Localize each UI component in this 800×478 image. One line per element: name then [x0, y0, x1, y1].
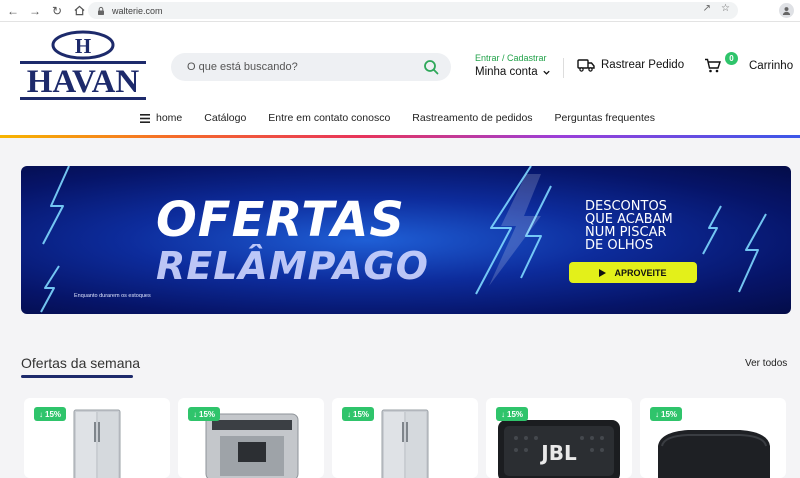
share-icon[interactable]: ↗	[703, 3, 711, 14]
site-header: H HAVAN Entrar / Cadastrar Minha conta R…	[0, 22, 800, 137]
shop-now-button[interactable]: APROVEITE	[569, 262, 697, 283]
discount-badge: ↓ 15%	[34, 407, 67, 421]
track-order-link[interactable]: Rastrear Pedido	[577, 58, 684, 72]
product-card[interactable]: ↓ 15%	[24, 398, 170, 478]
nav-item-faq[interactable]: Perguntas frequentes	[555, 112, 655, 124]
discount-value: 15%	[507, 409, 524, 419]
banner-title-line2: RELÂMPAGO	[156, 244, 429, 288]
nav-item-label: Entre em contato conosco	[268, 112, 391, 124]
discount-badge: ↓ 15%	[650, 407, 683, 421]
banner-desc-line: DE OLHOS	[585, 238, 654, 253]
discount-badge: ↓ 15%	[496, 407, 529, 421]
svg-text:JBL: JBL	[539, 441, 577, 465]
section-title-underline	[21, 375, 133, 378]
nav-item-contact[interactable]: Entre em contato conosco	[268, 112, 390, 124]
product-carousel: ↓ 15% ↓ 15% ↓ 15% ↓ 15% JBL ↓ 15%	[24, 398, 786, 478]
account-menu[interactable]: Entrar / Cadastrar Minha conta	[475, 53, 551, 78]
main-nav: home Catálogo Entre em contato conosco R…	[140, 112, 677, 124]
login-register-link[interactable]: Entrar / Cadastrar	[475, 53, 551, 63]
search-input[interactable]	[171, 61, 411, 73]
url-text: walterie.com	[112, 5, 163, 16]
track-order-label: Rastrear Pedido	[601, 59, 685, 71]
discount-value: 15%	[199, 409, 216, 419]
discount-badge: ↓ 15%	[188, 407, 221, 421]
arrow-down-icon: ↓	[39, 409, 43, 419]
nav-item-label: Catálogo	[204, 112, 247, 124]
cart-label: Carrinho	[749, 59, 794, 72]
banner-fine-print: Enquanto durarem os estoques	[74, 293, 151, 299]
banner-title-line1: OFERTAS	[156, 192, 405, 248]
discount-value: 15%	[353, 409, 370, 419]
cart-count-badge: 0	[725, 52, 738, 65]
product-card[interactable]: ↓ 15%	[178, 398, 324, 478]
header-divider	[563, 58, 564, 78]
nav-item-label: Perguntas frequentes	[554, 112, 655, 124]
header-gradient-bar	[0, 135, 800, 138]
bookmark-star-icon[interactable]: ☆	[721, 3, 730, 14]
chevron-down-icon[interactable]	[542, 68, 551, 77]
nav-item-label: Rastreamento de pedidos	[412, 112, 533, 124]
discount-badge: ↓ 15%	[342, 407, 375, 421]
banner-description: DESCONTOS QUE ACABAM NUM PISCAR DE OLHOS	[585, 200, 725, 252]
nav-item-catalog[interactable]: Catálogo	[204, 112, 246, 124]
flash-sale-banner[interactable]: OFERTAS RELÂMPAGO DESCONTOS QUE ACABAM N…	[21, 166, 791, 314]
svg-text:HAVAN: HAVAN	[27, 64, 140, 100]
play-icon	[599, 268, 607, 277]
back-icon[interactable]: ←	[4, 2, 22, 20]
discount-value: 15%	[661, 409, 678, 419]
address-bar[interactable]: walterie.com ↗ ☆	[88, 2, 738, 19]
section-title: Ofertas da semana	[21, 355, 141, 371]
search-bar	[171, 53, 451, 81]
nav-item-order-tracking[interactable]: Rastreamento de pedidos	[412, 112, 532, 124]
product-card[interactable]: ↓ 15% JBL	[486, 398, 632, 478]
forward-icon[interactable]: →	[26, 2, 44, 20]
see-all-link[interactable]: Ver todos	[745, 358, 787, 369]
cart-link[interactable]: 0 Carrinho	[704, 52, 794, 73]
product-card[interactable]: ↓ 15%	[640, 398, 786, 478]
profile-avatar-icon[interactable]	[779, 3, 794, 18]
discount-value: 15%	[45, 409, 62, 419]
lock-icon	[98, 6, 104, 15]
arrow-down-icon: ↓	[193, 409, 197, 419]
browser-toolbar: ← → ↻ walterie.com ↗ ☆	[0, 0, 800, 22]
my-account-label[interactable]: Minha conta	[475, 66, 538, 78]
arrow-down-icon: ↓	[347, 409, 351, 419]
home-icon[interactable]	[70, 2, 88, 20]
search-icon[interactable]	[423, 59, 439, 75]
reload-icon[interactable]: ↻	[48, 2, 66, 20]
hamburger-menu-icon[interactable]	[140, 113, 150, 123]
nav-item-label: home	[156, 112, 183, 124]
arrow-down-icon: ↓	[655, 409, 659, 419]
svg-text:H: H	[75, 34, 91, 58]
arrow-down-icon: ↓	[501, 409, 505, 419]
product-card[interactable]: ↓ 15%	[332, 398, 478, 478]
cart-icon	[705, 58, 721, 73]
havan-logo[interactable]: H HAVAN	[20, 30, 146, 102]
cta-label: APROVEITE	[614, 267, 667, 278]
truck-icon	[577, 59, 595, 72]
nav-item-home[interactable]: home	[140, 112, 182, 124]
